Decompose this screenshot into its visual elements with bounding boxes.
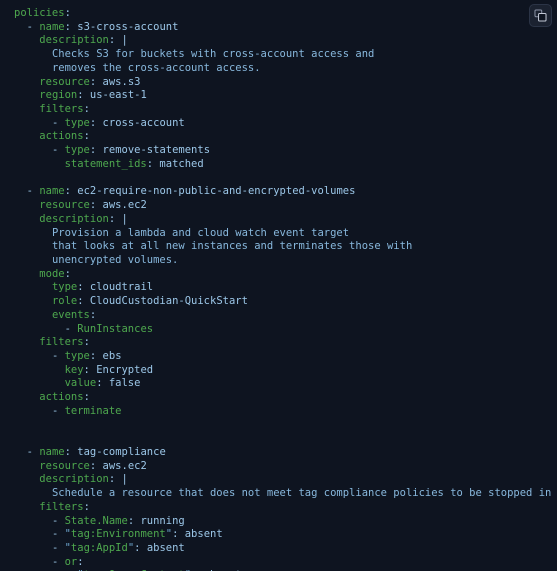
code-line: mode: [39,267,71,280]
code-line: - type: cross-account [51,116,185,129]
code-line: Checks S3 for buckets with cross-account… [51,48,375,61]
yaml-code-block: policies: - name: s3-cross-account descr… [0,0,557,571]
copy-icon-button[interactable] [529,4,552,27]
code-line: removes the cross-account access. [51,61,261,74]
code-line: - "tag:Environment": absent [51,528,223,541]
code-line: that looks at all new instances and term… [51,240,413,253]
copy-icon [534,9,547,22]
code-line: filters: [39,103,90,116]
code-line: Provision a lambda and cloud watch event… [51,226,350,239]
code-line: policies: [14,7,71,19]
code-line: unencrypted volumes. [51,253,179,266]
code-line: filters: [39,336,90,349]
code-line: resource: aws.ec2 [39,459,147,472]
code-line: Schedule a resource that does not meet t… [51,487,552,500]
code-line: - name: s3-cross-account [26,20,179,33]
code-line: role: CloudCustodian-QuickStart [51,295,248,308]
code-line: description: | [39,212,128,225]
code-viewer: policies: - name: s3-cross-account descr… [0,0,557,571]
code-line: statement_ids: matched [64,157,204,170]
code-line: key: Encrypted [64,363,154,376]
code-line: - terminate [51,404,122,417]
code-line: - name: tag-compliance [26,446,166,458]
code-line: type: cloudtrail [51,281,154,294]
code-line: - "tag:AppId": absent [51,542,185,555]
code-line: description: | [39,34,128,47]
code-line: region: us-east-1 [39,89,147,102]
code-line: actions: [39,391,90,404]
code-line: - type: remove-statements [51,144,211,157]
code-line: - type: ebs [51,349,122,362]
code-line: events: [51,308,97,321]
code-line: actions: [39,130,90,143]
code-line: resource: aws.s3 [39,75,141,88]
yaml-lines: policies: - name: s3-cross-account descr… [14,7,557,571]
code-line: - name: ec2-require-non-public-and-encry… [26,185,356,198]
code-line: - or: [51,555,84,568]
code-line: - State.Name: running [51,514,185,527]
code-scroll-area[interactable]: policies: - name: s3-cross-account descr… [0,0,557,571]
code-line: description: | [39,473,128,486]
code-line: - RunInstances [64,322,154,335]
code-line: value: false [64,377,141,390]
code-line: resource: aws.ec2 [39,199,147,212]
code-line: filters: [39,500,90,513]
